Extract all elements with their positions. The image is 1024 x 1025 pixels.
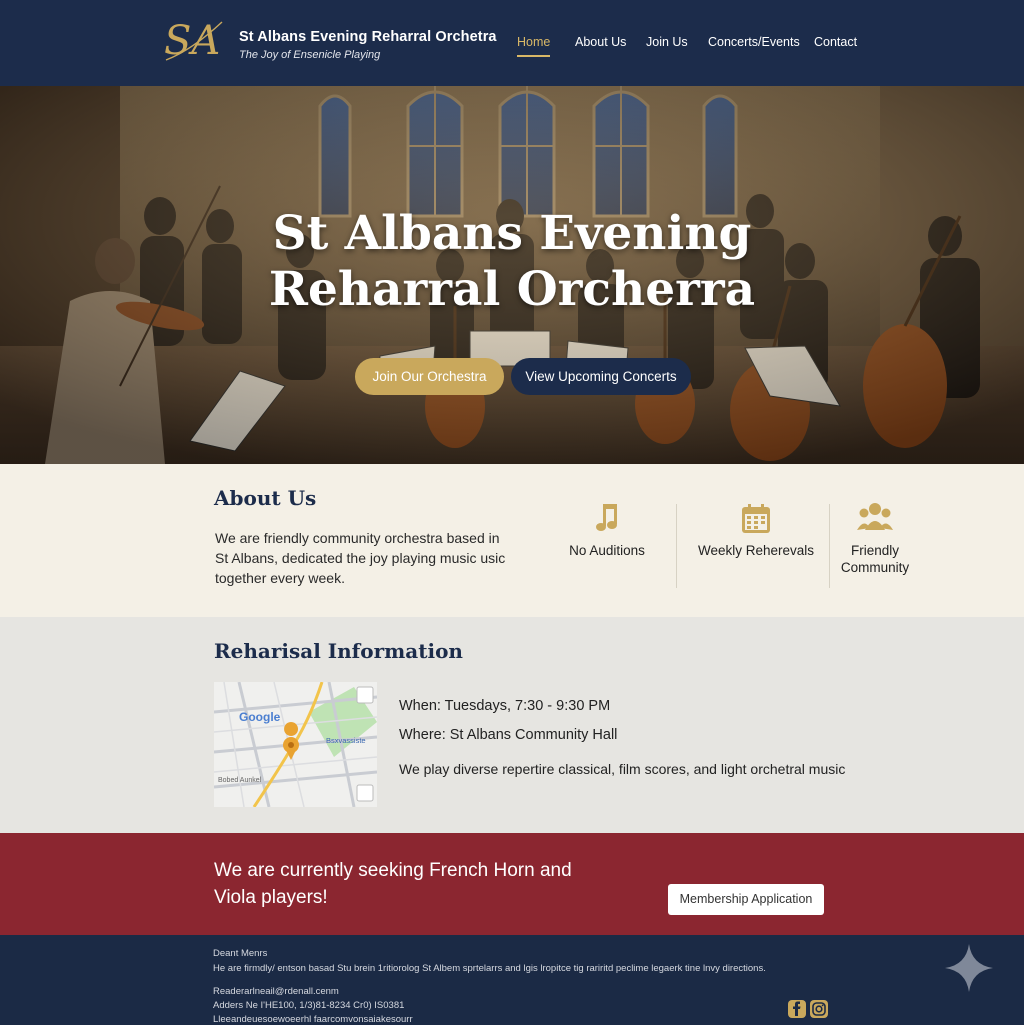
- location-map[interactable]: Google Bsxvassiste Bobed Aunkel: [214, 682, 377, 807]
- footer-phone[interactable]: Adders Ne I'HE100, 1/3)81-8234 Cr0) IS03…: [213, 1000, 404, 1011]
- calendar-icon: [742, 504, 770, 533]
- rehearsal-when: When: Tuesdays, 7:30 - 9:30 PM: [399, 698, 611, 714]
- site-tagline: The Joy of Ensenicle Playing: [239, 49, 381, 61]
- rehearsal-repertoire: We play diverse repertire classical, fil…: [399, 761, 846, 777]
- feature-label: Weekly Reherevals: [697, 543, 815, 558]
- site-title[interactable]: St Albans Evening Reharral Orchetra: [239, 29, 497, 45]
- logo[interactable]: SA: [162, 10, 226, 70]
- rehearsal-heading: Reharisal Information: [214, 639, 463, 663]
- footer-email[interactable]: Readerarlneail@rdenall.cenm: [213, 986, 339, 997]
- nav-concerts-events[interactable]: Concerts/Events: [708, 35, 800, 49]
- instagram-icon[interactable]: [810, 1000, 828, 1018]
- recruitment-text: We are currently seeking French Horn and…: [214, 860, 572, 908]
- footer-extra: Lleeandeuesoewoeerhl faarcomvonsaiakesou…: [213, 1014, 413, 1025]
- map-street-label: Bsxvassiste: [326, 736, 366, 745]
- site-footer: Deant Menrs He are firmdly/ entson basad…: [0, 935, 1024, 1025]
- rehearsal-section: Reharisal Information Google Bsxvassiste…: [0, 617, 1024, 833]
- feature-label: No Auditions: [569, 543, 645, 558]
- hero-title-line2: Reharral Orcherra: [268, 262, 756, 317]
- feature-weekly-rehearsals: Weekly Reherevals: [694, 502, 818, 559]
- feature-divider: [676, 504, 677, 588]
- membership-application-button[interactable]: Membership Application: [668, 884, 824, 915]
- about-section: About Us We are friendly community orche…: [0, 464, 1024, 617]
- sparkle-icon: [945, 944, 993, 992]
- about-text: We are friendly community orchestra base…: [215, 530, 506, 586]
- site-header: SA St Albans Evening Reharral Orchetra T…: [0, 0, 1024, 86]
- nav-join-us[interactable]: Join Us: [646, 35, 688, 49]
- view-concerts-button[interactable]: View Upcoming Concerts: [511, 358, 691, 395]
- nav-contact[interactable]: Contact: [814, 35, 857, 49]
- nav-about-us[interactable]: About Us: [575, 35, 626, 49]
- footer-description: He are firmdly/ entson basad Stu brein 1…: [213, 963, 766, 974]
- music-note-icon: [596, 504, 617, 531]
- facebook-icon[interactable]: [788, 1000, 806, 1018]
- nav-home[interactable]: Home: [517, 35, 551, 57]
- feature-divider: [829, 504, 830, 588]
- map-brand: Google: [239, 710, 281, 724]
- footer-heading: Deant Menrs: [213, 948, 268, 959]
- rehearsal-where: Where: St Albans Community Hall: [399, 727, 618, 743]
- hero-section: St Albans Evening Reharral Orcherra Join…: [0, 86, 1024, 464]
- nav-home-label: Home: [517, 35, 551, 49]
- hero-title-line1: St Albans Evening: [272, 206, 752, 261]
- community-icon: [857, 503, 893, 530]
- active-underline: [517, 55, 551, 57]
- join-orchestra-button[interactable]: Join Our Orchestra: [355, 358, 504, 395]
- feature-label: Friendly Community: [840, 543, 910, 575]
- feature-no-auditions: No Auditions: [562, 502, 652, 559]
- recruitment-banner: We are currently seeking French Horn and…: [0, 833, 1024, 935]
- map-area-label: Bobed Aunkel: [218, 777, 262, 784]
- about-heading: About Us: [214, 486, 317, 510]
- feature-friendly-community: Friendly Community: [833, 498, 917, 576]
